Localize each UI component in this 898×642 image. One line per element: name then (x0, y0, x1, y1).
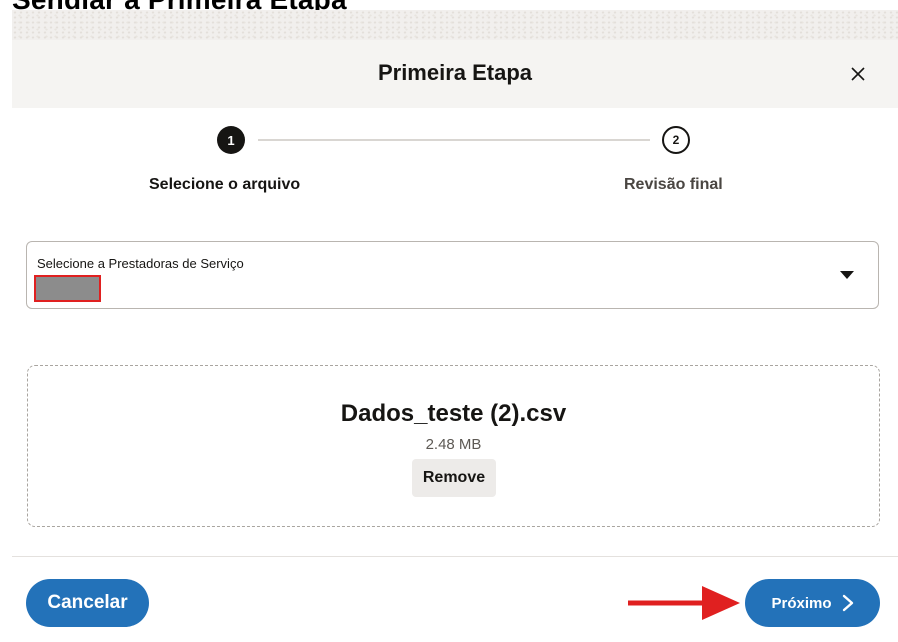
cancel-button[interactable]: Cancelar (26, 579, 149, 627)
close-button[interactable] (844, 60, 872, 88)
step-2-label: Revisão final (624, 176, 723, 193)
header-pattern-band (12, 10, 898, 40)
provider-select-label: Selecione a Prestadoras de Serviço (37, 256, 244, 271)
next-button-label: Próximo (771, 594, 832, 612)
caret-down-icon[interactable] (840, 271, 854, 279)
chevron-right-icon (842, 594, 853, 612)
provider-select-value-redacted (34, 275, 101, 302)
stepper-connector (258, 139, 650, 141)
dialog-header: Primeira Etapa (12, 40, 898, 108)
file-dropzone[interactable]: Dados_teste (2).csv 2.48 MB Remove (27, 365, 880, 527)
dialog-title: Primeira Etapa (377, 60, 533, 85)
file-name: Dados_teste (2).csv (340, 400, 567, 427)
close-icon (851, 67, 865, 81)
next-button[interactable]: Próximo (745, 579, 880, 627)
step-1-label: Selecione o arquivo (149, 176, 301, 193)
footer-divider (12, 556, 898, 557)
red-arrow-annotation-icon (628, 586, 740, 620)
file-size: 2.48 MB (425, 436, 482, 453)
step-2-indicator: 2 (662, 126, 690, 154)
remove-file-button[interactable]: Remove (412, 459, 496, 497)
provider-select[interactable]: Selecione a Prestadoras de Serviço (26, 241, 879, 309)
step-1-indicator: 1 (217, 126, 245, 154)
